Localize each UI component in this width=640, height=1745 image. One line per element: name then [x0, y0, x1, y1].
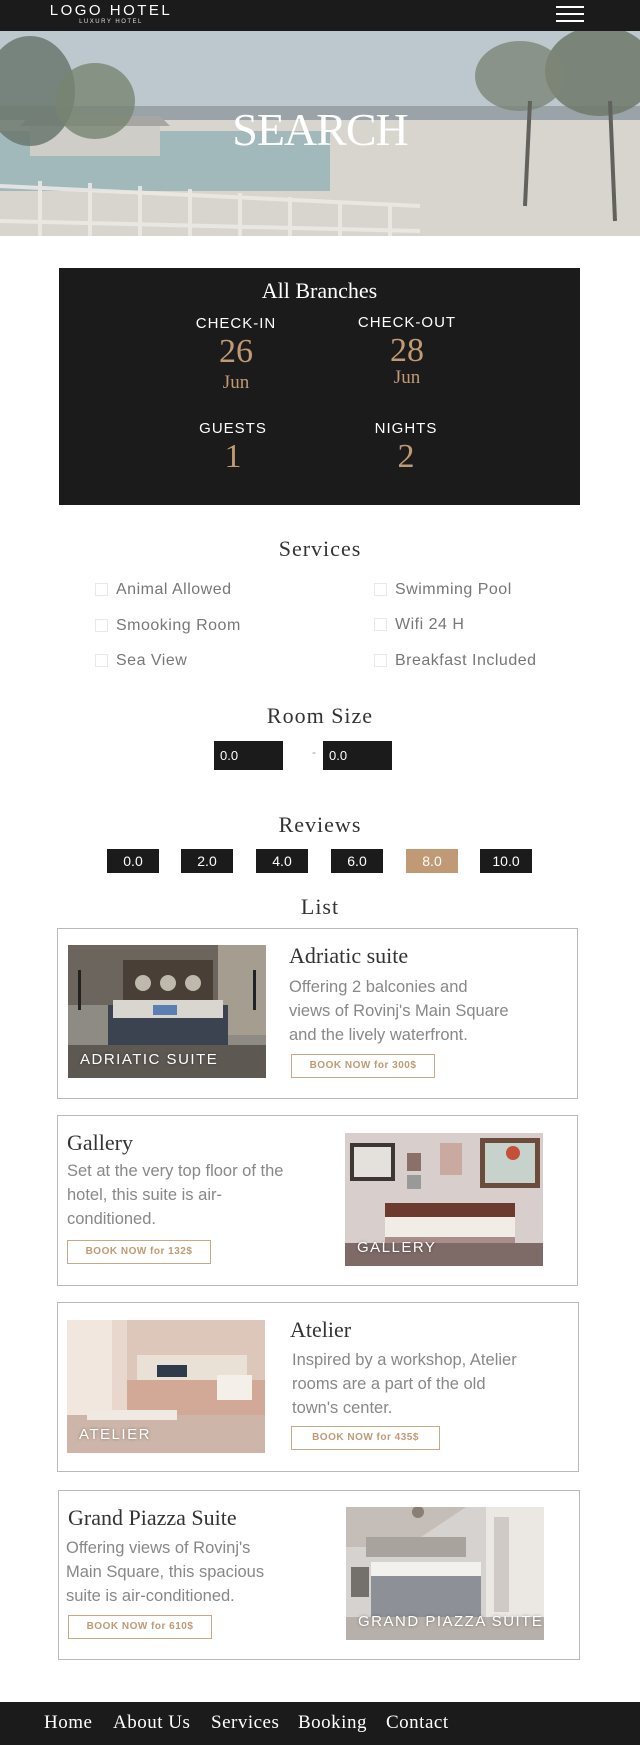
book-now-button[interactable]: BOOK NOW for 132$ — [67, 1240, 211, 1264]
page-title: SEARCH — [232, 104, 408, 155]
footer-link-about-us[interactable]: About Us — [113, 1712, 190, 1734]
room-name[interactable]: Grand Piazza Suite — [68, 1505, 237, 1531]
room-description: Inspired by a workshop, Atelier rooms ar… — [292, 1348, 517, 1420]
room-name[interactable]: Atelier — [290, 1317, 351, 1343]
room-description-line: hotel, this suite is air- — [67, 1186, 222, 1204]
room-description: Set at the very top floor of the hotel, … — [67, 1159, 283, 1231]
hamburger-menu-icon[interactable] — [556, 6, 584, 26]
room-description-line: rooms are a part of the old — [292, 1375, 486, 1393]
checkout-day: 28 — [390, 332, 424, 369]
room-image-adriatic-suite[interactable]: ADRIATIC SUITE — [68, 945, 266, 1078]
footer-link-booking[interactable]: Booking — [298, 1712, 367, 1734]
guests-count: 1 — [224, 438, 242, 475]
room-card-grand-piazza-suite[interactable]: Grand Piazza Suite Offering views of Rov… — [58, 1490, 580, 1660]
checkin-day: 26 — [219, 333, 253, 370]
checkout-label: CHECK-OUT — [357, 314, 457, 331]
room-description-line: town's center. — [292, 1399, 393, 1417]
checkout-month: Jun — [393, 367, 421, 388]
room-image-grand-piazza-suite[interactable]: GRAND PIAZZA SUITE — [346, 1507, 544, 1640]
logo[interactable]: LOGO HOTEL LUXURY HOTEL — [46, 3, 176, 26]
footer-link-home[interactable]: Home — [44, 1712, 92, 1734]
service-label: Breakfast Included — [395, 652, 537, 669]
room-description-line: Main Square, this spacious — [66, 1563, 265, 1581]
guests-label: GUESTS — [199, 420, 267, 437]
branch-selector[interactable]: All Branches — [59, 278, 580, 304]
room-size-separator: - — [312, 745, 316, 759]
room-description-line: Offering 2 balconies and — [289, 978, 468, 996]
room-name[interactable]: Gallery — [67, 1130, 133, 1156]
room-size-max-input[interactable] — [323, 741, 392, 770]
footer-nav: Home About Us Services Booking Contact — [0, 1702, 640, 1745]
book-now-button[interactable]: BOOK NOW for 435$ — [291, 1426, 440, 1450]
nights-stat[interactable]: NIGHTS 2 — [336, 420, 476, 477]
room-description-line: suite is air-conditioned. — [66, 1587, 235, 1605]
room-size-title: Room Size — [266, 703, 374, 728]
service-label: Sea View — [116, 652, 188, 669]
room-description-line: conditioned. — [67, 1210, 156, 1228]
room-image-label: GALLERY — [357, 1239, 437, 1256]
service-checkbox-wifi[interactable]: Wifi 24 H — [374, 616, 464, 634]
list-title: List — [300, 894, 340, 919]
room-card-adriatic-suite[interactable]: ADRIATIC SUITE Adriatic suite Offering 2… — [57, 928, 578, 1099]
room-description-line: Offering views of Rovinj's — [66, 1539, 251, 1557]
services-title: Services — [278, 536, 362, 561]
checkin-month: Jun — [222, 372, 250, 393]
book-now-button[interactable]: BOOK NOW for 610$ — [68, 1615, 212, 1639]
service-checkbox-smoking-room[interactable]: Smooking Room — [95, 617, 241, 635]
checkbox-icon — [95, 654, 108, 668]
review-option-0[interactable]: 0.0 — [107, 849, 159, 873]
review-option-2[interactable]: 2.0 — [181, 849, 233, 873]
room-image-gallery[interactable]: GALLERY — [345, 1133, 543, 1266]
room-description: Offering 2 balconies and views of Rovinj… — [289, 975, 509, 1047]
service-label: Smooking Room — [116, 617, 241, 634]
top-navbar: LOGO HOTEL LUXURY HOTEL — [0, 0, 640, 31]
room-image-label: ATELIER — [79, 1426, 151, 1443]
review-option-6[interactable]: 6.0 — [331, 849, 383, 873]
footer-link-services[interactable]: Services — [211, 1712, 279, 1734]
checkout-stat[interactable]: CHECK-OUT 28 Jun — [337, 314, 477, 389]
checkbox-icon — [374, 618, 387, 632]
guests-stat[interactable]: GUESTS 1 — [163, 420, 303, 477]
service-label: Swimming Pool — [395, 581, 512, 598]
footer-link-contact[interactable]: Contact — [386, 1712, 449, 1734]
checkin-stat[interactable]: CHECK-IN 26 Jun — [166, 315, 306, 394]
room-description: Offering views of Rovinj's Main Square, … — [66, 1536, 264, 1608]
service-checkbox-breakfast[interactable]: Breakfast Included — [374, 652, 537, 670]
room-description-line: and the lively waterfront. — [289, 1026, 468, 1044]
checkin-label: CHECK-IN — [195, 315, 277, 332]
room-description-line: Set at the very top floor of the — [67, 1162, 284, 1180]
service-checkbox-sea-view[interactable]: Sea View — [95, 652, 187, 670]
checkbox-icon — [374, 654, 387, 668]
hero-banner: SEARCH — [0, 31, 640, 236]
room-image-label: GRAND PIAZZA SUITE — [358, 1613, 544, 1630]
checkbox-icon — [95, 619, 108, 633]
room-card-gallery[interactable]: Gallery Set at the very top floor of the… — [57, 1115, 578, 1286]
room-name[interactable]: Adriatic suite — [289, 943, 408, 969]
room-size-min-input[interactable] — [214, 741, 283, 770]
room-description-line: views of Rovinj's Main Square — [289, 1002, 509, 1020]
booking-summary-panel: All Branches CHECK-IN 26 Jun CHECK-OUT 2… — [59, 268, 580, 505]
reviews-title: Reviews — [278, 812, 362, 837]
checkbox-icon — [95, 583, 108, 597]
room-description-line: Inspired by a workshop, Atelier — [292, 1351, 517, 1369]
checkbox-icon — [374, 583, 387, 597]
logo-title: LOGO HOTEL — [49, 2, 173, 19]
room-image-atelier[interactable]: ATELIER — [67, 1320, 265, 1453]
nights-count: 2 — [397, 438, 415, 475]
room-image-label: ADRIATIC SUITE — [80, 1051, 219, 1068]
review-option-10[interactable]: 10.0 — [480, 849, 532, 873]
room-card-atelier[interactable]: ATELIER Atelier Inspired by a workshop, … — [57, 1302, 579, 1472]
service-label: Animal Allowed — [116, 581, 232, 598]
logo-subtitle: LUXURY HOTEL — [79, 19, 143, 25]
review-option-4[interactable]: 4.0 — [256, 849, 308, 873]
service-label: Wifi 24 H — [395, 616, 465, 633]
service-checkbox-animal-allowed[interactable]: Animal Allowed — [95, 581, 232, 599]
service-checkbox-swimming-pool[interactable]: Swimming Pool — [374, 581, 512, 599]
book-now-button[interactable]: BOOK NOW for 300$ — [291, 1054, 435, 1078]
nights-label: NIGHTS — [374, 420, 438, 437]
review-option-8-selected[interactable]: 8.0 — [406, 849, 458, 873]
